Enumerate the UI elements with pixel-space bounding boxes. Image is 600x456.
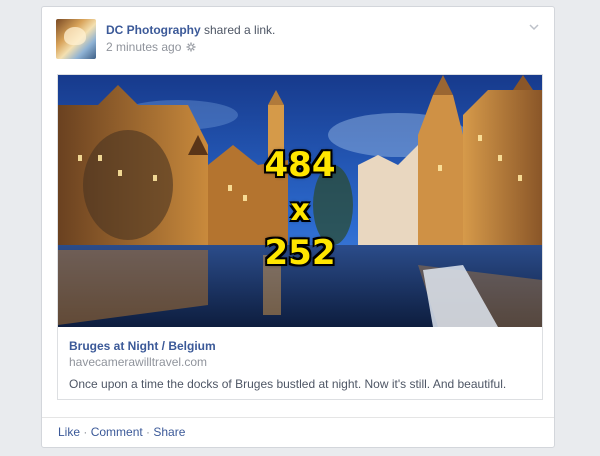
- image-height-label: 252: [264, 233, 336, 273]
- avatar[interactable]: [56, 19, 96, 59]
- action-separator: ·: [142, 425, 154, 439]
- share-link[interactable]: Share: [153, 425, 185, 439]
- link-description: Once upon a time the docks of Bruges bus…: [69, 377, 507, 391]
- action-separator: ·: [80, 425, 91, 439]
- like-link[interactable]: Like: [58, 425, 80, 439]
- post-timestamp[interactable]: 2 minutes ago: [106, 40, 181, 54]
- post-actions-bar: Like · Comment · Share: [42, 417, 554, 449]
- post-header: DC Photography shared a link.: [106, 23, 275, 37]
- image-dimension-separator: x: [290, 193, 310, 228]
- link-domain: havecamerawilltravel.com: [69, 355, 208, 369]
- chevron-down-icon[interactable]: [528, 21, 540, 33]
- link-title[interactable]: Bruges at Night / Belgium: [69, 339, 216, 353]
- link-preview-image[interactable]: 484 x 252: [58, 75, 542, 327]
- post-action-text: shared a link.: [200, 23, 276, 37]
- author-name-link[interactable]: DC Photography: [106, 23, 201, 37]
- image-width-label: 484: [264, 145, 336, 185]
- feed-post-card: DC Photography shared a link. 2 minutes …: [41, 6, 555, 448]
- shared-link-preview[interactable]: 484 x 252 Bruges at Night / Belgium have…: [57, 74, 543, 400]
- gear-icon[interactable]: [186, 42, 196, 52]
- comment-link[interactable]: Comment: [91, 425, 143, 439]
- post-meta: 2 minutes ago: [106, 40, 196, 54]
